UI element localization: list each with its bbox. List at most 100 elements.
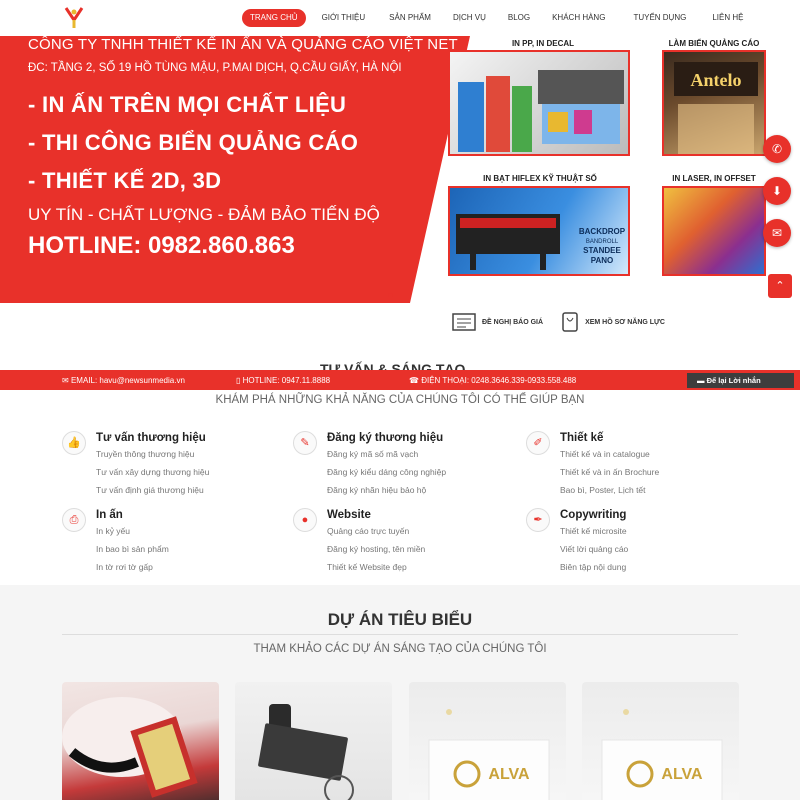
nav-item-customers[interactable]: Khách hàng <box>552 9 605 27</box>
service-item[interactable]: Tư vấn xây dựng thương hiệu <box>96 467 209 477</box>
request-quote-link[interactable]: ĐỀ NGHỊ BÁO GIÁ <box>452 313 543 331</box>
service-title[interactable]: In ấn <box>96 509 123 521</box>
nav-item-careers[interactable]: Tuyển dụng <box>633 9 686 27</box>
hero-address: ĐC: TẦNG 2, SỐ 19 HỒ TÙNG MẬU, P.MAI DỊC… <box>28 62 402 74</box>
header: Trang chủ Giới thiệu Sản phẩm Dịch vụ Bl… <box>0 0 800 36</box>
service-item[interactable]: Đăng ký hosting, tên miền <box>327 544 425 554</box>
panel-title-pp: IN PP, IN DECAL <box>511 39 575 48</box>
back-to-top-button[interactable]: ⌃ <box>768 274 792 298</box>
service-item[interactable]: Thiết kế và in ấn Brochure <box>560 467 659 477</box>
svg-text:BACKDROP: BACKDROP <box>579 227 626 236</box>
service-item[interactable]: Tư vấn định giá thương hiệu <box>96 485 204 495</box>
nav-item-products[interactable]: Sản phẩm <box>389 9 431 27</box>
signboard-illustration-icon: Antelo <box>674 62 758 154</box>
service-item[interactable]: Bao bì, Poster, Lịch tết <box>560 485 646 495</box>
svg-text:ALVA: ALVA <box>488 766 530 783</box>
nav-item-about[interactable]: Giới thiệu <box>322 9 366 27</box>
hero-bullet: - THIẾT KẾ 2D, 3D <box>28 168 222 193</box>
service-item[interactable]: Truyền thông thương hiệu <box>96 449 194 459</box>
service-item[interactable]: Đăng ký kiểu dáng công nghiệp <box>327 467 446 477</box>
mobile-icon: ▯ <box>236 376 243 385</box>
hero-bullet: - THI CÔNG BIỂN QUẢNG CÁO <box>28 130 359 155</box>
projects-subtitle: THAM KHẢO CÁC DỰ ÁN SÁNG TẠO CỦA CHÚNG T… <box>253 643 547 655</box>
float-mail-button[interactable]: ✉ <box>763 219 791 247</box>
panel-image-laser-offset <box>662 186 766 276</box>
project-card-stamp[interactable] <box>235 682 392 800</box>
hero-company: CÔNG TY TNHH THIẾT KẾ IN ẤN VÀ QUẢNG CÁO… <box>28 36 458 53</box>
service-item[interactable]: In bao bì sản phẩm <box>96 544 169 554</box>
envelope-icon: ✉ <box>62 376 71 385</box>
phone-icon: ☎ <box>409 376 422 385</box>
main-nav: Trang chủ Giới thiệu Sản phẩm Dịch vụ Bl… <box>242 9 743 27</box>
page: CÔNG TY TNHH THIẾT KẾ IN ẤN VÀ QUẢNG CÁO… <box>0 0 800 800</box>
contact-email[interactable]: ✉ EMAIL: havu@newsunmedia.vn <box>62 376 185 385</box>
contact-phone[interactable]: ☎ ĐIỆN THOẠI: 0248.3646.339-0933.558.488 <box>409 376 576 385</box>
project-card-alva-2[interactable]: ALVA <box>582 682 739 800</box>
services-subtitle: KHÁM PHÁ NHỮNG KHẢ NĂNG CỦA CHÚNG TÔI CÓ… <box>215 394 585 406</box>
document-icon <box>452 313 476 331</box>
service-item[interactable]: Quảng cáo trực tuyến <box>327 526 409 536</box>
service-item[interactable]: In tờ rơi tờ gấp <box>96 562 153 572</box>
service-title[interactable]: Website <box>327 509 371 521</box>
hero-bullet: - IN ẤN TRÊN MỌI CHẤT LIỆU <box>28 92 347 117</box>
logo-icon[interactable] <box>60 4 88 32</box>
contact-bar: ✉ EMAIL: havu@newsunmedia.vn ▯ HOTLINE: … <box>0 370 800 390</box>
service-item[interactable]: Viết lời quảng cáo <box>560 544 628 554</box>
project-card-alva-1[interactable]: ALVA <box>409 682 566 800</box>
leave-message-button[interactable]: ▬ Để lại Lời nhắn <box>687 373 794 388</box>
project-card-book[interactable] <box>62 682 219 800</box>
pencil-icon: ✎ <box>293 431 317 455</box>
globe-icon: ● <box>293 508 317 532</box>
download-icon: ⬇ <box>771 184 783 198</box>
nav-item-blog[interactable]: Blog <box>508 9 530 27</box>
panel-title-sign: LÀM BIỂN QUẢNG CÁO <box>668 39 760 48</box>
nav-item-contact[interactable]: Liên hệ <box>712 9 743 27</box>
hero-hotline: HOTLINE: 0982.860.863 <box>28 232 295 259</box>
alva-card-photo: ALVA <box>428 709 550 800</box>
projects-title: DỰ ÁN TIÊU BIỂU <box>327 610 473 629</box>
service-item[interactable]: Thiết kế Website đẹp <box>327 562 407 572</box>
hero-slider[interactable]: CÔNG TY TNHH THIẾT KẾ IN ẤN VÀ QUẢNG CÁO… <box>0 36 800 303</box>
contact-hotline[interactable]: ▯ HOTLINE: 0947.11.8888 <box>236 376 330 385</box>
float-phone-button[interactable]: ✆ <box>763 135 791 163</box>
chevron-up-icon: ⌃ <box>775 280 785 292</box>
printer-icon: ⎙ <box>62 508 86 532</box>
service-item[interactable]: Đăng ký nhãn hiệu bảo hộ <box>327 485 426 495</box>
svg-text:PANO: PANO <box>591 256 614 265</box>
edit-icon: ✐ <box>526 431 550 455</box>
mail-icon: ✉ <box>771 226 783 240</box>
projects-section: DỰ ÁN TIÊU BIỂU THAM KHẢO CÁC DỰ ÁN SÁNG… <box>0 585 800 800</box>
request-quote-label: ĐỀ NGHỊ BÁO GIÁ <box>482 318 544 326</box>
service-title[interactable]: Đăng ký thương hiệu <box>327 432 443 444</box>
service-item[interactable]: Biên tập nội dung <box>560 562 626 572</box>
hiflex-illustration-icon: BACKDROP BANDROLL STANDEE PANO <box>456 214 626 270</box>
service-item[interactable]: Thiết kế và in catalogue <box>560 449 650 459</box>
panel-image-pp-decal <box>448 50 630 156</box>
panel-title-hiflex: IN BẠT HIFLEX KỸ THUẬT SỐ <box>483 174 597 183</box>
service-item[interactable]: Đăng ký mã số mã vạch <box>327 449 418 459</box>
slider-dot-active[interactable] <box>388 293 393 298</box>
service-title[interactable]: Thiết kế <box>560 432 603 444</box>
view-profile-label: XEM HỒ SƠ NĂNG LỰC <box>585 318 665 326</box>
svg-text:ALVA: ALVA <box>661 766 703 783</box>
alva-card-photo: ALVA <box>601 709 723 800</box>
profile-book-icon <box>562 312 578 332</box>
nav-item-services[interactable]: Dịch vụ <box>453 9 486 27</box>
service-item[interactable]: Thiết kế microsite <box>560 526 627 536</box>
nav-item-home[interactable]: Trang chủ <box>242 9 306 27</box>
stamp-photo <box>258 704 354 800</box>
book-photo <box>62 697 198 798</box>
float-download-button[interactable]: ⬇ <box>763 177 791 205</box>
phone-icon: ✆ <box>771 142 783 156</box>
chat-icon: ▬ <box>697 376 707 385</box>
svg-text:STANDEE: STANDEE <box>583 246 621 255</box>
panel-image-hiflex: BACKDROP BANDROLL STANDEE PANO <box>448 186 630 276</box>
panel-image-signboard: Antelo <box>662 50 766 156</box>
service-title[interactable]: Copywriting <box>560 509 626 521</box>
service-item[interactable]: In kỷ yếu <box>96 526 130 536</box>
svg-text:BANDROLL: BANDROLL <box>586 239 619 245</box>
service-title[interactable]: Tư vấn thương hiệu <box>96 432 206 444</box>
divider <box>62 634 738 635</box>
sign-text: Antelo <box>691 70 742 90</box>
view-profile-link[interactable]: XEM HỒ SƠ NĂNG LỰC <box>561 312 665 332</box>
